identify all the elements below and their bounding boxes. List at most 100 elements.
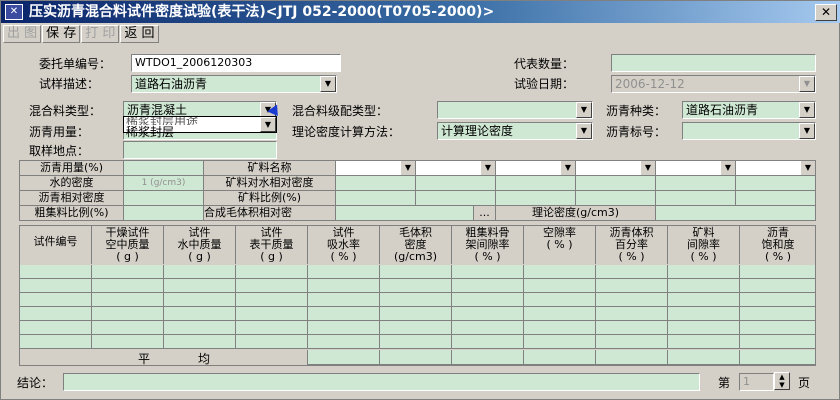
mineral-select-5[interactable]: ▼ [656, 161, 736, 176]
table-cell[interactable] [524, 335, 596, 349]
average-cell[interactable] [596, 350, 668, 365]
table-cell[interactable] [524, 293, 596, 307]
table-cell[interactable] [740, 265, 816, 279]
synthetic-bulk-ellipsis-button[interactable]: ... [474, 206, 496, 221]
table-cell[interactable] [20, 265, 92, 279]
table-cell[interactable] [308, 307, 380, 321]
chevron-down-icon[interactable]: ▼ [576, 123, 592, 139]
print-preview-button[interactable]: 出 图 [3, 25, 42, 43]
chevron-down-icon[interactable]: ▼ [561, 161, 575, 175]
table-cell[interactable] [596, 293, 668, 307]
table-cell[interactable] [380, 279, 452, 293]
dropdown-option[interactable]: 稀浆封层 [126, 125, 276, 139]
average-cell[interactable] [524, 350, 596, 365]
page-spinner[interactable]: ▲ ▼ [774, 372, 790, 390]
close-button[interactable]: ✕ [815, 4, 837, 21]
table-cell[interactable] [452, 279, 524, 293]
sampling-site-field[interactable] [123, 141, 277, 159]
table-cell[interactable] [668, 293, 740, 307]
table-cell[interactable] [668, 321, 740, 335]
table-cell[interactable] [308, 293, 380, 307]
table-cell[interactable] [236, 335, 308, 349]
mineral-ratio-cell[interactable] [656, 191, 736, 206]
mineral-ratio-cell[interactable] [416, 191, 496, 206]
mineral-density-cell[interactable] [336, 176, 416, 191]
table-cell[interactable] [164, 335, 236, 349]
mineral-ratio-cell[interactable] [736, 191, 816, 206]
table-cell[interactable] [524, 265, 596, 279]
table-cell[interactable] [308, 321, 380, 335]
table-cell[interactable] [740, 279, 816, 293]
table-cell[interactable] [164, 307, 236, 321]
test-date-select[interactable]: 2006-12-12 ▼ [611, 75, 816, 93]
mineral-ratio-cell[interactable] [336, 191, 416, 206]
average-cell[interactable] [668, 350, 740, 365]
table-cell[interactable] [236, 307, 308, 321]
mineral-density-cell[interactable] [656, 176, 736, 191]
table-cell[interactable] [380, 265, 452, 279]
back-button[interactable]: 返 回 [120, 25, 159, 43]
mineral-ratio-cell[interactable] [496, 191, 576, 206]
asphalt-rel-density-cell[interactable] [124, 191, 204, 206]
table-cell[interactable] [308, 279, 380, 293]
chevron-down-icon[interactable]: ▼ [641, 161, 655, 175]
mineral-density-cell[interactable] [496, 176, 576, 191]
table-cell[interactable] [164, 293, 236, 307]
table-cell[interactable] [164, 279, 236, 293]
table-cell[interactable] [308, 265, 380, 279]
asphalt-kind-select[interactable]: 道路石油沥青 ▼ [682, 101, 816, 119]
table-cell[interactable] [20, 307, 92, 321]
mineral-select-4[interactable]: ▼ [576, 161, 656, 176]
mineral-density-cell[interactable] [736, 176, 816, 191]
table-cell[interactable] [668, 279, 740, 293]
table-cell[interactable] [524, 321, 596, 335]
table-cell[interactable] [452, 265, 524, 279]
average-cell[interactable] [380, 350, 452, 365]
chevron-down-icon[interactable]: ▼ [481, 161, 495, 175]
table-cell[interactable] [236, 279, 308, 293]
chevron-down-icon[interactable]: ▼ [799, 102, 815, 118]
chevron-down-icon[interactable]: ▼ [401, 161, 415, 175]
table-cell[interactable] [236, 321, 308, 335]
table-cell[interactable] [596, 335, 668, 349]
table-cell[interactable] [740, 293, 816, 307]
chevron-down-icon[interactable]: ▼ [260, 117, 276, 132]
mineral-density-cell[interactable] [416, 176, 496, 191]
table-cell[interactable] [740, 335, 816, 349]
table-cell[interactable] [92, 321, 164, 335]
table-cell[interactable] [92, 279, 164, 293]
table-cell[interactable] [596, 307, 668, 321]
theory-density-cell[interactable] [656, 206, 816, 221]
table-cell[interactable] [740, 321, 816, 335]
mineral-select-6[interactable]: ▼ [736, 161, 816, 176]
table-cell[interactable] [92, 307, 164, 321]
table-cell[interactable] [20, 335, 92, 349]
table-cell[interactable] [452, 293, 524, 307]
table-cell[interactable] [668, 307, 740, 321]
table-cell[interactable] [92, 293, 164, 307]
table-cell[interactable] [92, 265, 164, 279]
table-cell[interactable] [668, 335, 740, 349]
table-cell[interactable] [164, 265, 236, 279]
mineral-select-2[interactable]: ▼ [416, 161, 496, 176]
spin-up-icon[interactable]: ▲ [775, 373, 789, 381]
average-cell[interactable] [452, 350, 524, 365]
table-cell[interactable] [164, 321, 236, 335]
table-cell[interactable] [20, 321, 92, 335]
print-button[interactable]: 打 印 [81, 25, 120, 43]
table-cell[interactable] [236, 293, 308, 307]
asphalt-amount-pct-cell[interactable] [124, 161, 204, 176]
chevron-down-icon[interactable]: ▼ [320, 76, 336, 92]
mineral-select-1[interactable]: ▼ [336, 161, 416, 176]
table-cell[interactable] [236, 265, 308, 279]
average-cell[interactable] [308, 350, 380, 365]
chevron-down-icon[interactable]: ▼ [801, 161, 815, 175]
table-cell[interactable] [524, 307, 596, 321]
table-cell[interactable] [740, 307, 816, 321]
mineral-select-3[interactable]: ▼ [496, 161, 576, 176]
chevron-down-icon[interactable]: ▼ [721, 161, 735, 175]
mix-gradation-select[interactable]: ▼ [437, 101, 593, 119]
table-cell[interactable] [380, 307, 452, 321]
table-cell[interactable] [524, 279, 596, 293]
page-number-field[interactable]: 1 [739, 373, 774, 391]
